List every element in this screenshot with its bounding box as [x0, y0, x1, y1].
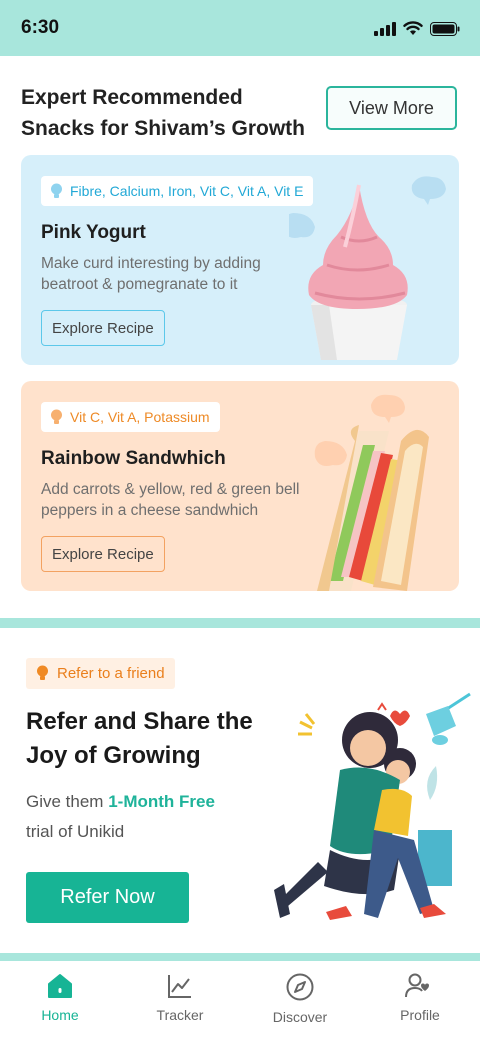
nutrients-tag: Vit C, Vit A, Potassium: [41, 402, 220, 432]
rainbow-sandwich-image: [314, 394, 429, 591]
snack-description: Make curd interesting by adding beatroot…: [41, 255, 261, 293]
refer-text-prefix: Give them: [26, 792, 104, 811]
snacks-title-line1: Expert Recommended: [21, 86, 243, 109]
nav-label: Discover: [272, 1009, 328, 1025]
view-more-button[interactable]: View More: [326, 86, 457, 130]
wifi-icon: [403, 21, 423, 35]
bulb-icon: [51, 409, 62, 424]
chart-icon: [168, 975, 191, 998]
nav-divider: [0, 953, 480, 961]
refer-title: Refer and Share the Joy of Growing: [26, 705, 286, 773]
profile-heart-icon: [405, 973, 429, 998]
status-icons: [374, 21, 460, 36]
battery-icon: [430, 21, 460, 36]
snack-title: Rainbow Sandwhich: [41, 448, 226, 469]
explore-recipe-button[interactable]: Explore Recipe: [41, 536, 165, 572]
compass-icon: [286, 973, 314, 1001]
home-icon: [48, 974, 72, 998]
nutrients-text: Fibre, Calcium, Iron, Vit C, Vit A, Vit …: [70, 183, 304, 199]
signal-icon: [374, 21, 396, 36]
nutrients-text: Vit C, Vit A, Potassium: [70, 409, 210, 425]
status-time: 6:30: [21, 17, 60, 38]
refer-title-line2: Joy of Growing: [26, 742, 201, 769]
nav-label: Tracker: [156, 1007, 204, 1023]
nav-label: Profile: [400, 1007, 440, 1023]
refer-title-line1: Refer and Share the: [26, 708, 253, 735]
bottom-nav: Home Tracker Discover Profile: [0, 961, 480, 1039]
status-bar: 6:30: [0, 0, 480, 56]
nav-item-home[interactable]: Home: [0, 961, 120, 1039]
snacks-section-title: Expert Recommended Snacks for Shivam’s G…: [21, 82, 311, 144]
refer-description: Give them 1-Month Free trial of Unikid: [26, 787, 266, 847]
bulb-icon: [51, 183, 62, 198]
nav-item-profile[interactable]: Profile: [360, 961, 480, 1039]
nav-item-tracker[interactable]: Tracker: [120, 961, 240, 1039]
nav-item-discover[interactable]: Discover: [240, 961, 360, 1039]
refer-now-button[interactable]: Refer Now: [26, 872, 189, 923]
refer-tag-text: Refer to a friend: [57, 665, 165, 682]
section-divider: [0, 618, 480, 628]
explore-recipe-button[interactable]: Explore Recipe: [41, 310, 165, 346]
bulb-icon: [37, 665, 48, 680]
snack-card-rainbow-sandwich[interactable]: Vit C, Vit A, Potassium Rainbow Sandwhic…: [21, 381, 459, 591]
refer-tag: Refer to a friend: [26, 658, 175, 689]
nav-label: Home: [41, 1007, 79, 1023]
snack-card-pink-yogurt[interactable]: Fibre, Calcium, Iron, Vit C, Vit A, Vit …: [21, 155, 459, 365]
snack-title: Pink Yogurt: [41, 222, 146, 243]
pink-yogurt-image: [289, 176, 446, 360]
refer-text-suffix: trial of Unikid: [26, 822, 125, 841]
refer-text-highlight: 1-Month Free: [108, 792, 215, 811]
nutrients-tag: Fibre, Calcium, Iron, Vit C, Vit A, Vit …: [41, 176, 314, 206]
snacks-title-line2: Snacks for Shivam’s Growth: [21, 117, 305, 140]
mother-child-hug-illustration: [274, 692, 471, 920]
snack-description: Add carrots & yellow, red & green bell p…: [41, 481, 300, 519]
